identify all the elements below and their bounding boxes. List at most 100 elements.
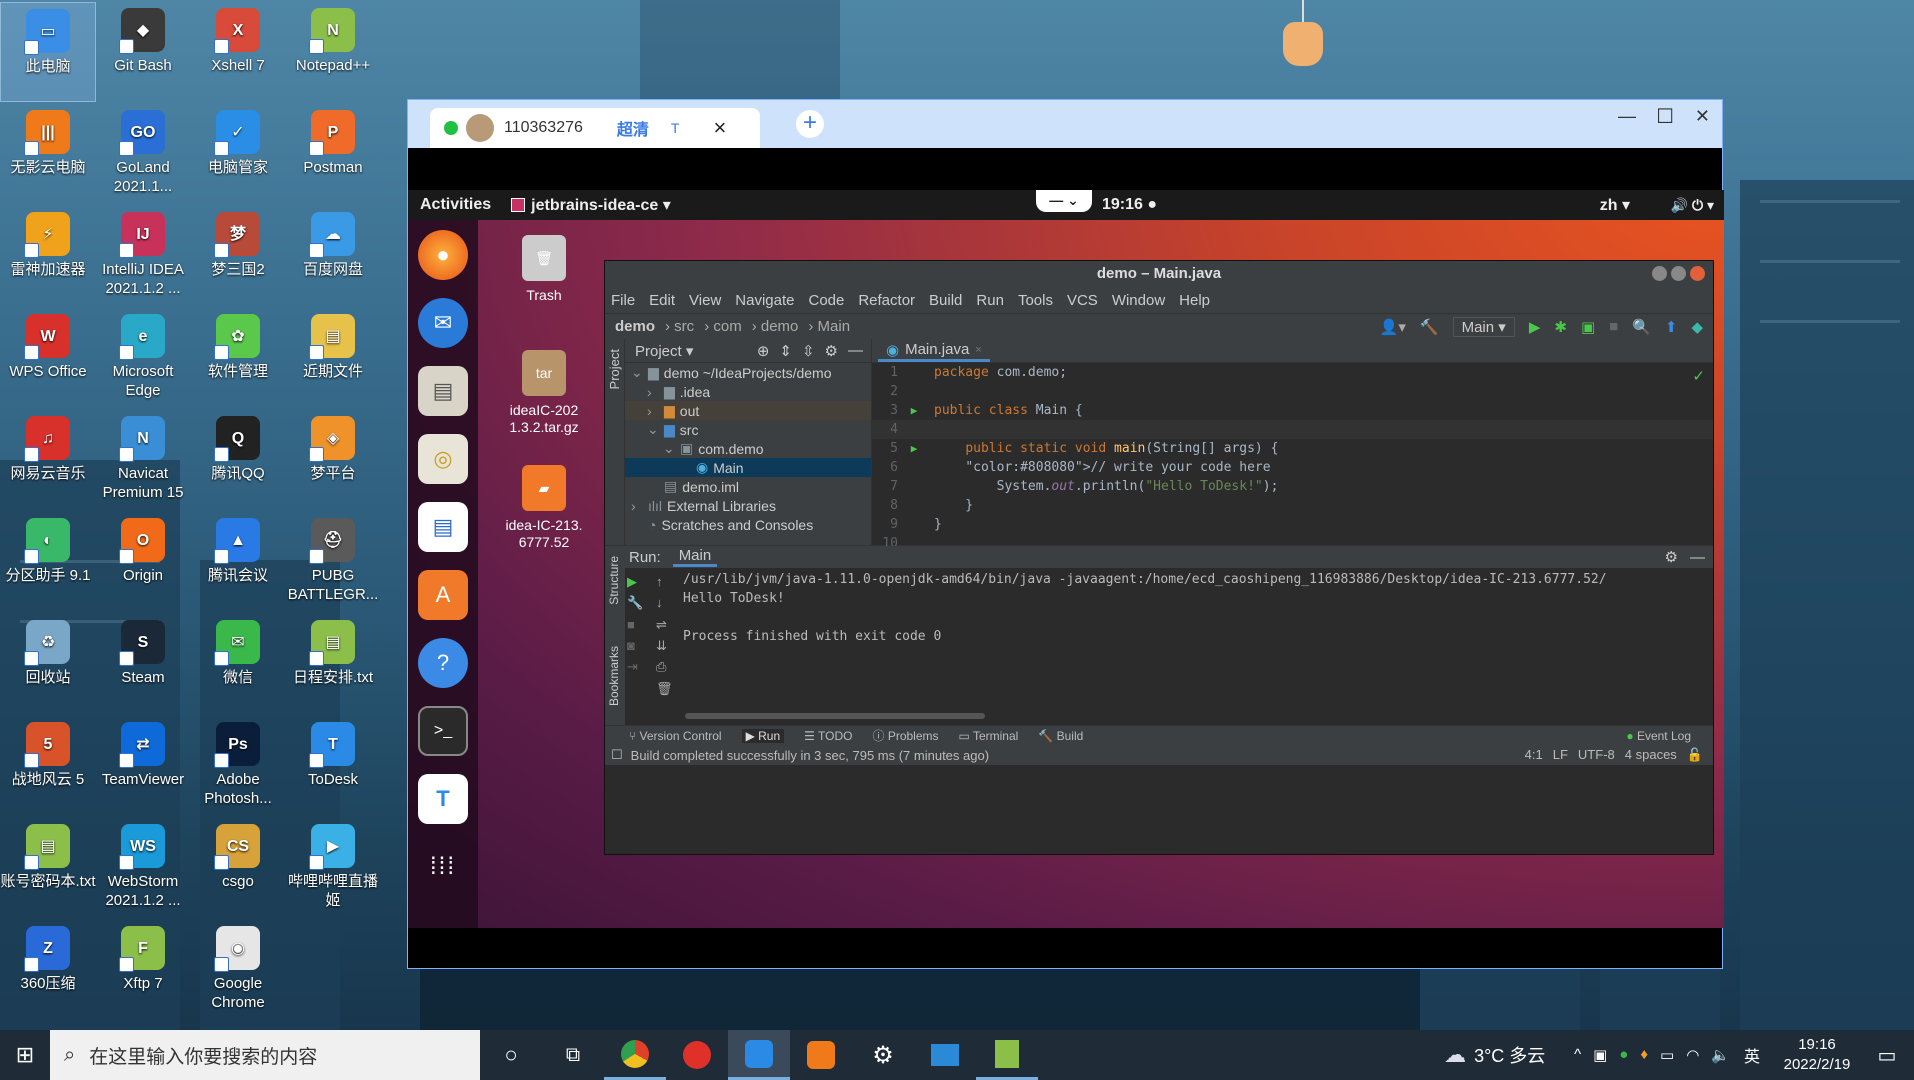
quality-label[interactable]: 超清: [617, 116, 649, 140]
bookmarks-side-tab[interactable]: Bookmarks: [607, 646, 621, 706]
menu-edit[interactable]: Edit: [649, 292, 675, 309]
tree-node[interactable]: › ▆ out: [625, 401, 871, 420]
desktop-icon[interactable]: GO GoLand 2021.1...: [95, 104, 191, 204]
breadcrumb-item[interactable]: › com: [704, 318, 742, 335]
desktop-icon[interactable]: ✓ 电脑管家: [190, 104, 286, 204]
clock[interactable]: 19:16 2022/2/19: [1774, 1035, 1860, 1075]
tray-icons[interactable]: ^ ▣ ● ♦ ▭ ◠ 🔈: [1574, 1046, 1730, 1064]
tree-node[interactable]: ⌄ ▆ demo ~/IdeaProjects/demo: [625, 363, 871, 382]
menu-window[interactable]: Window: [1112, 292, 1165, 309]
status-item[interactable]: LF: [1553, 747, 1568, 763]
tool-tab-run[interactable]: ▶ Run: [741, 728, 785, 743]
menu-navigate[interactable]: Navigate: [735, 292, 794, 309]
desktop-icon[interactable]: Q 腾讯QQ: [190, 410, 286, 510]
up-icon[interactable]: ↑: [656, 574, 681, 591]
desktop-icon[interactable]: S Steam: [95, 614, 191, 714]
collapse-icon[interactable]: ⇳: [802, 342, 815, 360]
quality-icon[interactable]: T: [671, 120, 680, 136]
settings-icon[interactable]: ⚙: [825, 342, 838, 360]
tree-node[interactable]: › ▆ .idea: [625, 382, 871, 401]
trash-icon[interactable]: 🗑: [656, 681, 681, 698]
user-icon[interactable]: 👤▾: [1380, 318, 1406, 336]
desktop-icon[interactable]: 5 战地风云 5: [0, 716, 96, 816]
coverage-icon[interactable]: ▣: [1581, 318, 1595, 336]
gutter[interactable]: ▶: [902, 442, 926, 455]
desktop-icon[interactable]: F Xftp 7: [95, 920, 191, 1020]
maximize-icon[interactable]: ☐: [1656, 104, 1674, 129]
desktop-icon[interactable]: ▲ 腾讯会议: [190, 512, 286, 612]
camera-icon[interactable]: ◙: [627, 638, 652, 655]
tool-tab-build[interactable]: 🔨 Build: [1038, 729, 1083, 743]
wuying-taskbar-icon[interactable]: [790, 1030, 852, 1080]
desktop-icon[interactable]: ✉ 微信: [190, 614, 286, 714]
menu-vcs[interactable]: VCS: [1067, 292, 1098, 309]
weather-text[interactable]: 3°C 多云: [1474, 1042, 1574, 1068]
system-tray[interactable]: 🔊 ⏻ ▾: [1671, 197, 1714, 214]
desktop-icon[interactable]: ▤ 日程安排.txt: [285, 614, 381, 714]
desktop-icon[interactable]: ||| 无影云电脑: [0, 104, 96, 204]
tree-node[interactable]: ◉ Main: [625, 458, 871, 477]
desktop-icon[interactable]: ⛑ PUBG BATTLEGR...: [285, 512, 381, 612]
breadcrumb-item[interactable]: › Main: [808, 318, 850, 335]
breadcrumb-item[interactable]: › demo: [752, 318, 799, 335]
task-view-icon[interactable]: ⧉: [542, 1044, 604, 1067]
desktop-icon[interactable]: ▤ 近期文件: [285, 308, 381, 408]
stop-run-icon[interactable]: ■: [627, 617, 652, 634]
menu-refactor[interactable]: Refactor: [858, 292, 915, 309]
code-area[interactable]: 1 package com.demo; 2 3 ▶ public class Main {…: [872, 363, 1713, 553]
lock-icon[interactable]: 🔓: [1687, 747, 1703, 763]
desktop-icon[interactable]: e Microsoft Edge: [95, 308, 191, 408]
language-indicator[interactable]: zh ▾: [1600, 195, 1630, 215]
desktop-icon[interactable]: ◈ 梦平台: [285, 410, 381, 510]
firefox-icon[interactable]: ●: [418, 230, 468, 280]
desktop-icon[interactable]: ◆ Git Bash: [95, 2, 191, 102]
desktop-icon[interactable]: WS WebStorm 2021.1.2 ...: [95, 818, 191, 918]
chrome-taskbar-icon[interactable]: [604, 1030, 666, 1080]
breadcrumb-item[interactable]: demo: [615, 318, 655, 335]
expand-icon[interactable]: ⇕: [779, 342, 792, 360]
tree-node[interactable]: ⌄ ▆ src: [625, 420, 871, 439]
rhythmbox-icon[interactable]: ◎: [418, 434, 468, 484]
tool-tab-problems[interactable]: ⓘ Problems: [872, 727, 938, 744]
menu-code[interactable]: Code: [808, 292, 844, 309]
notepad-taskbar-icon[interactable]: [976, 1030, 1038, 1080]
breadcrumb-item[interactable]: › src: [665, 318, 694, 335]
tree-node[interactable]: ▤ demo.iml: [625, 477, 871, 496]
close-icon[interactable]: ✕: [1695, 106, 1710, 127]
desktop-icon[interactable]: ◐ 分区助手 9.1: [0, 512, 96, 612]
structure-side-tab[interactable]: Structure: [607, 556, 621, 605]
weather-icon[interactable]: ☁: [1444, 1042, 1466, 1068]
desktop-icon[interactable]: 梦梦三国2: [190, 206, 286, 306]
desktop-icon[interactable]: X Xshell 7: [190, 2, 286, 102]
desktop-icon[interactable]: ▶ 哔哩哔哩直播姬: [285, 818, 381, 918]
tree-node[interactable]: › ılıl External Libraries: [625, 496, 871, 515]
desktop-icon[interactable]: ◉ Google Chrome: [190, 920, 286, 1020]
project-side-tab[interactable]: Project: [607, 349, 622, 389]
start-button[interactable]: ⊞: [0, 1042, 50, 1068]
minimize-icon[interactable]: —: [1618, 106, 1636, 127]
desktop-icon[interactable]: ▤ 账号密码本.txt: [0, 818, 96, 918]
close-tab-icon[interactable]: ×: [713, 115, 726, 141]
menu-build[interactable]: Build: [929, 292, 962, 309]
expand-arrow-icon[interactable]: ›: [647, 384, 659, 400]
desktop-icon[interactable]: N Notepad++: [285, 2, 381, 102]
wrench-icon[interactable]: 🔧: [627, 595, 652, 612]
remote-desktop-item[interactable]: tar ideaIC-2021.3.2.tar.gz: [504, 350, 584, 436]
activities-button[interactable]: Activities: [420, 196, 491, 214]
run-hide-icon[interactable]: —: [1690, 549, 1713, 566]
remote-desktop-item[interactable]: ▰ idea-IC-213.6777.52: [504, 465, 584, 551]
desktop-icon[interactable]: T ToDesk: [285, 716, 381, 816]
settings-taskbar-icon[interactable]: ⚙: [852, 1041, 914, 1070]
build-icon[interactable]: 🔨: [1420, 318, 1439, 336]
todesk-taskbar-icon[interactable]: [728, 1030, 790, 1080]
run-tab[interactable]: Main: [672, 547, 718, 567]
console-scrollbar[interactable]: [685, 713, 985, 719]
print-icon[interactable]: ⎙: [656, 659, 681, 676]
desktop-icon[interactable]: P Postman: [285, 104, 381, 204]
menu-view[interactable]: View: [689, 292, 721, 309]
desktop-icon[interactable]: ☁ 百度网盘: [285, 206, 381, 306]
console-output[interactable]: /usr/lib/jvm/java-1.11.0-openjdk-amd64/b…: [683, 570, 1713, 646]
scroll-end-icon[interactable]: ⇊: [656, 638, 681, 655]
update-icon[interactable]: ⬆: [1665, 318, 1678, 336]
editor-tab-main[interactable]: ◉ Main.java ×: [878, 340, 990, 362]
